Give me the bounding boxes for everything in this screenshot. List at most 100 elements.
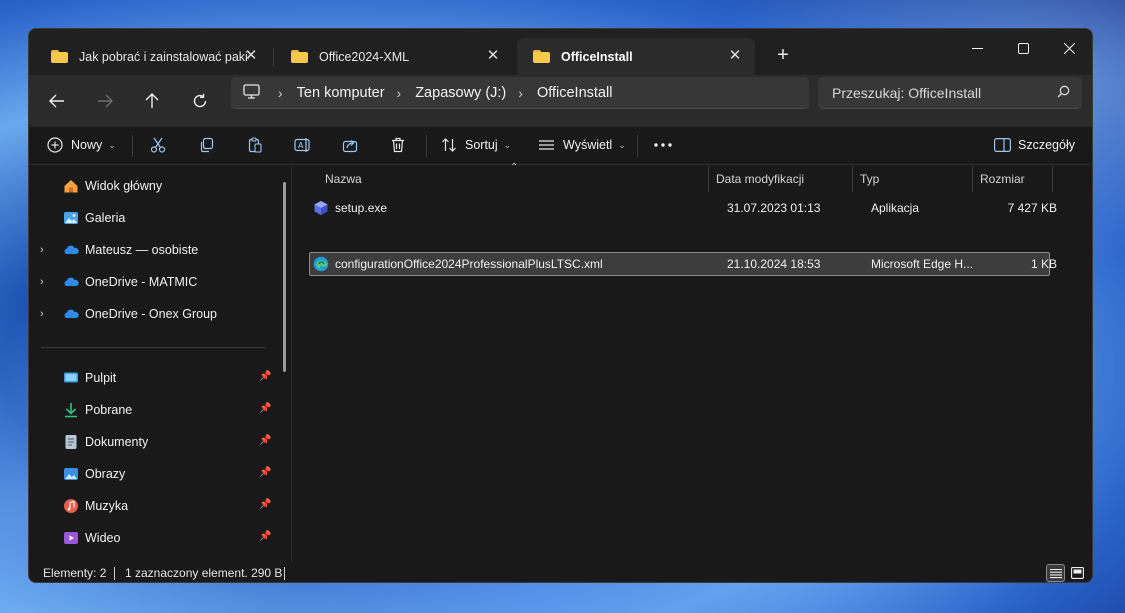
file-list: ⌃ Nazwa Data modyfikacji Typ Rozmiar set…	[292, 162, 1092, 562]
file-name: setup.exe	[335, 201, 388, 215]
sort-button[interactable]: Sortuj ⌄	[441, 130, 511, 160]
sidebar-scrollbar[interactable]	[283, 182, 286, 372]
maximize-button[interactable]	[1000, 33, 1046, 63]
column-header-modified[interactable]: Data modyfikacji	[708, 166, 852, 192]
chevron-down-icon: ⌄	[503, 139, 512, 150]
details-pane-icon	[994, 138, 1011, 152]
video-icon	[63, 530, 79, 546]
tiles-view-icon	[1071, 567, 1084, 579]
refresh-button[interactable]	[185, 87, 215, 115]
copy-button[interactable]	[199, 130, 215, 160]
status-divider	[114, 567, 115, 580]
file-explorer-window: Jak pobrać i zainstalować pakie ✕ Office…	[28, 28, 1093, 583]
view-button[interactable]: Wyświetl ⌄	[538, 130, 626, 160]
tab-office2024-xml[interactable]: Office2024-XML ✕	[275, 38, 513, 75]
sidebar-item-pulpit[interactable]: Pulpit 📌	[29, 364, 279, 392]
sidebar-item-mateusz-osobiste[interactable]: › Mateusz — osobiste	[29, 236, 279, 264]
plus-circle-icon	[47, 137, 63, 153]
status-divider	[284, 567, 285, 580]
more-options-button[interactable]	[653, 130, 673, 160]
pin-icon[interactable]: 📌	[259, 499, 271, 510]
pictures-icon	[63, 466, 79, 482]
tiles-view-button[interactable]	[1068, 564, 1087, 582]
file-row[interactable]: configurationOffice2024ProfessionalPlusL…	[309, 252, 1057, 276]
tab-jak-pobrac[interactable]: Jak pobrać i zainstalować pakie ✕	[35, 38, 271, 75]
pin-icon[interactable]: 📌	[259, 371, 271, 382]
toolbar-divider	[132, 135, 133, 157]
breadcrumb-zapasowy[interactable]: Zapasowy (J:)	[415, 85, 506, 101]
forward-button[interactable]	[90, 87, 120, 115]
gallery-icon	[63, 210, 79, 226]
tab-label: OfficeInstall	[561, 49, 633, 64]
minimize-icon	[971, 47, 983, 49]
sidebar-item-label: Mateusz — osobiste	[85, 243, 199, 257]
address-bar[interactable]: › Ten komputer › Zapasowy (J:) › OfficeI…	[231, 77, 809, 109]
sidebar-item-pobrane[interactable]: Pobrane 📌	[29, 396, 279, 424]
pin-icon[interactable]: 📌	[259, 403, 271, 414]
details-view-icon	[1049, 568, 1062, 578]
folder-icon	[51, 50, 68, 63]
pin-icon[interactable]: 📌	[259, 531, 271, 542]
up-button[interactable]	[137, 87, 167, 115]
column-header-type[interactable]: Typ	[852, 166, 972, 192]
file-type: Microsoft Edge H...	[871, 257, 974, 271]
paste-button[interactable]	[247, 130, 263, 160]
new-button[interactable]: Nowy ⌄	[47, 130, 116, 160]
share-button[interactable]	[342, 130, 358, 160]
sidebar-item-wideo[interactable]: Wideo 📌	[29, 524, 279, 552]
close-icon[interactable]: ✕	[485, 48, 501, 64]
documents-icon	[63, 434, 79, 450]
folder-icon	[291, 50, 308, 63]
pin-icon[interactable]: 📌	[259, 435, 271, 446]
sidebar-item-dokumenty[interactable]: Dokumenty 📌	[29, 428, 279, 456]
sidebar-item-galeria[interactable]: Galeria	[29, 204, 279, 232]
column-separator[interactable]	[1052, 166, 1053, 192]
view-list-icon	[539, 140, 554, 150]
close-window-button[interactable]	[1046, 33, 1092, 63]
file-row[interactable]: setup.exe 31.07.2023 01:13 Aplikacja 7 4…	[309, 196, 1057, 220]
chevron-right-icon[interactable]: ›	[40, 244, 44, 256]
breadcrumb-ten-komputer[interactable]: Ten komputer	[297, 85, 385, 101]
share-icon	[342, 140, 358, 153]
close-icon[interactable]: ✕	[243, 48, 259, 64]
close-icon[interactable]: ✕	[727, 48, 743, 64]
rename-icon: A	[294, 138, 310, 152]
new-tab-button[interactable]: +	[771, 43, 795, 67]
pin-icon[interactable]: 📌	[259, 467, 271, 478]
file-modified: 31.07.2023 01:13	[727, 201, 821, 215]
sidebar-item-muzyka[interactable]: Muzyka 📌	[29, 492, 279, 520]
onedrive-icon	[63, 274, 79, 290]
delete-button[interactable]	[390, 130, 406, 160]
rename-button[interactable]: A	[294, 130, 312, 160]
item-count: Elementy: 2	[43, 566, 107, 580]
chevron-right-icon[interactable]: ›	[40, 276, 44, 288]
paste-icon	[248, 137, 262, 153]
close-icon	[1063, 42, 1075, 54]
back-button[interactable]	[42, 87, 72, 115]
chevron-right-icon[interactable]: ›	[40, 308, 44, 320]
sidebar-item-label: OneDrive - Onex Group	[85, 307, 217, 321]
sidebar-item-obrazy[interactable]: Obrazy 📌	[29, 460, 279, 488]
sidebar-item-label: Dokumenty	[85, 435, 149, 449]
tab-officeinstall[interactable]: OfficeInstall ✕	[517, 38, 755, 75]
chevron-right-icon: ›	[518, 84, 523, 101]
breadcrumb-officeinstall[interactable]: OfficeInstall	[537, 85, 613, 101]
sidebar-item-onedrive-onex[interactable]: › OneDrive - Onex Group	[29, 300, 279, 328]
minimize-button[interactable]	[954, 33, 1000, 63]
sidebar-divider	[41, 347, 266, 348]
details-view-button[interactable]	[1046, 564, 1065, 582]
search-input[interactable]: Przeszukaj: OfficeInstall	[818, 77, 1082, 109]
sidebar-item-label: OneDrive - MATMIC	[85, 275, 198, 289]
sidebar-item-label: Pobrane	[85, 403, 133, 417]
sidebar-item-onedrive-matmic[interactable]: › OneDrive - MATMIC	[29, 268, 279, 296]
column-header-size[interactable]: Rozmiar	[972, 166, 1052, 192]
navigation-pane: Widok główny Galeria › Mateusz — osobist…	[29, 166, 291, 562]
status-bar: Elementy: 2 1 zaznaczony element. 290 B	[29, 562, 1092, 582]
column-header-name[interactable]: Nazwa	[317, 166, 707, 192]
details-pane-button[interactable]: Szczegóły	[994, 130, 1075, 160]
cut-button[interactable]	[150, 130, 166, 160]
file-size: 1 KB	[1030, 257, 1057, 271]
sidebar-item-widok-glowny[interactable]: Widok główny	[29, 172, 279, 200]
scissors-icon	[150, 137, 166, 153]
sidebar-item-label: Obrazy	[85, 467, 126, 481]
